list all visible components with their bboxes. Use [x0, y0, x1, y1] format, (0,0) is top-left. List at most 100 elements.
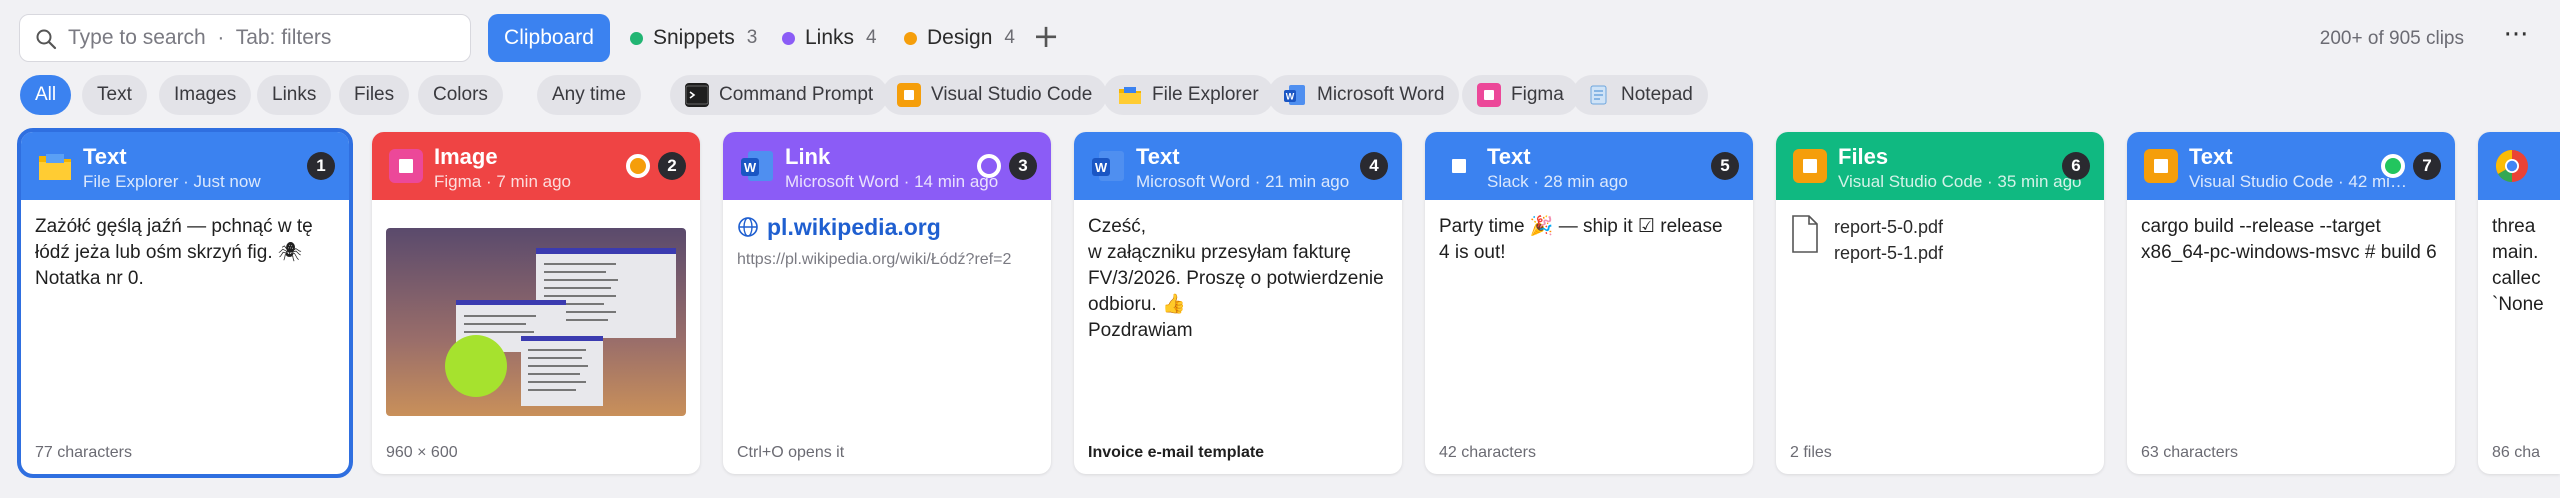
file-name: report-5-0.pdf — [1834, 217, 1944, 237]
clip-card[interactable]: Text Visual Studio Code · 42 min ago 7 c… — [2127, 132, 2455, 474]
filter-app-word[interactable]: W Microsoft Word — [1268, 75, 1460, 115]
tab-snippets-count: 3 — [746, 27, 758, 48]
slack-icon — [1452, 159, 1466, 173]
toolbar: Clipboard Snippets 3 Links 4 Design 4 + … — [0, 0, 2560, 78]
filter-files[interactable]: Files — [339, 75, 410, 115]
svg-text:W: W — [744, 160, 757, 175]
filter-app-vscode[interactable]: Visual Studio Code — [882, 75, 1108, 115]
card-index-badge: 7 — [2413, 152, 2441, 180]
command-prompt-icon — [685, 83, 709, 107]
filter-app-notepad[interactable]: Notepad — [1572, 75, 1708, 115]
card-footer: 86 cha — [2492, 444, 2541, 461]
card-text: Cześć, w załączniku przesyłam fakturę FV… — [1088, 216, 1384, 341]
notepad-icon — [1587, 83, 1611, 107]
search-icon — [36, 29, 57, 50]
filter-any-time[interactable]: Any time — [537, 75, 641, 115]
tab-snippets[interactable]: Snippets 3 — [630, 14, 757, 62]
card-header: W Link Microsoft Word · 14 min ago 3 — [723, 132, 1051, 200]
card-header: W Text Microsoft Word · 21 min ago 4 — [1074, 132, 1402, 200]
clip-card[interactable]: W Link Microsoft Word · 14 min ago 3 pl.… — [723, 132, 1051, 474]
link-title-row: pl.wikipedia.org — [737, 214, 1035, 240]
tab-clipboard[interactable]: Clipboard — [488, 14, 610, 62]
svg-text:W: W — [1286, 92, 1295, 102]
card-type: Text — [2189, 144, 2233, 169]
card-type: Text — [1487, 144, 1531, 169]
tab-links-count: 4 — [866, 27, 877, 48]
add-tab-button[interactable]: + — [1032, 18, 1060, 54]
card-type: Image — [434, 144, 498, 169]
folder-icon — [39, 154, 71, 180]
file-name: report-5-1.pdf — [1834, 243, 1944, 263]
more-options-button[interactable]: ··· — [2500, 18, 2532, 54]
card-meta: Visual Studio Code · 35 min ago — [1838, 172, 2082, 191]
filter-app-command-prompt[interactable]: Command Prompt — [670, 75, 889, 115]
card-index-badge: 5 — [1711, 152, 1739, 180]
card-index-badge: 1 — [307, 152, 335, 180]
clip-card[interactable]: Text File Explorer · Just now 1 Zażółć g… — [17, 128, 353, 478]
folder-icon — [1118, 83, 1142, 107]
search-box[interactable] — [19, 14, 471, 62]
filter-app-file-explorer[interactable]: File Explorer — [1103, 75, 1274, 115]
tab-clipboard-label: Clipboard — [504, 26, 594, 49]
filter-images[interactable]: Images — [159, 75, 252, 115]
card-meta: Figma · 7 min ago — [434, 172, 571, 191]
filter-colors[interactable]: Colors — [418, 75, 503, 115]
card-footer: 42 characters — [1439, 444, 1536, 461]
card-text: threa main. callec `None — [2492, 216, 2544, 315]
filter-all[interactable]: All — [20, 75, 72, 115]
tab-links[interactable]: Links 4 — [782, 14, 877, 62]
card-footer: 77 characters — [35, 444, 132, 461]
search-input[interactable] — [68, 15, 458, 60]
word-icon: W — [1283, 83, 1307, 107]
tab-snippets-label: Snippets — [653, 26, 735, 49]
filter-text[interactable]: Text — [82, 75, 147, 115]
card-footer: 2 files — [1790, 444, 1832, 461]
tab-design-count: 4 — [1004, 27, 1015, 48]
filter-app-label: File Explorer — [1152, 84, 1259, 105]
card-files: report-5-0.pdf report-5-1.pdf — [1790, 214, 2088, 266]
filter-app-figma[interactable]: Figma — [1462, 75, 1579, 115]
word-icon: W — [1092, 151, 1124, 181]
card-link-content: pl.wikipedia.org https://pl.wikipedia.or… — [737, 214, 1035, 271]
card-footer: Invoice e-mail template — [1088, 444, 1265, 461]
tab-design-label: Design — [927, 26, 993, 49]
clip-card[interactable]: Text Slack · 28 min ago 5 Party time 🎉 —… — [1425, 132, 1753, 474]
card-footer: Ctrl+O opens it — [737, 444, 845, 461]
card-header — [2478, 132, 2560, 200]
color-tag-icon — [977, 154, 1001, 178]
svg-text:W: W — [1095, 160, 1108, 175]
card-meta: Microsoft Word · 21 min ago — [1136, 172, 1350, 191]
tab-links-label: Links — [805, 26, 855, 49]
vscode-icon — [1793, 149, 1827, 183]
tab-design[interactable]: Design 4 — [904, 14, 1015, 62]
filter-app-label: Notepad — [1621, 84, 1693, 105]
card-text: cargo build --release --target x86_64-pc… — [2141, 216, 2437, 263]
color-tag-icon — [2381, 154, 2405, 178]
clip-count: 200+ of 905 clips — [2319, 28, 2464, 49]
filter-app-label: Visual Studio Code — [931, 84, 1093, 105]
card-meta: Microsoft Word · 14 min ago — [785, 172, 999, 191]
clip-card[interactable]: Image Figma · 7 min ago 2 960 × 600 — [372, 132, 700, 474]
card-type: Files — [1838, 144, 1889, 169]
card-type: Text — [83, 144, 127, 169]
card-type: Text — [1136, 144, 1180, 169]
card-meta: Slack · 28 min ago — [1487, 172, 1628, 191]
vscode-icon — [2144, 149, 2178, 183]
card-header: Files Visual Studio Code · 35 min ago 6 — [1776, 132, 2104, 200]
globe-icon — [738, 217, 758, 237]
card-header: Text Visual Studio Code · 42 min ago 7 — [2127, 132, 2455, 200]
word-icon: W — [741, 151, 773, 181]
card-index-badge: 4 — [1360, 152, 1388, 180]
figma-icon — [389, 149, 423, 183]
chrome-icon — [2495, 149, 2528, 183]
card-index-badge: 6 — [2062, 152, 2090, 180]
link-url: https://pl.wikipedia.org/wiki/Łódź?ref=2 — [737, 251, 1012, 268]
clip-card[interactable]: Files Visual Studio Code · 35 min ago 6 … — [1776, 132, 2104, 474]
image-preview — [386, 228, 686, 416]
link-title[interactable]: pl.wikipedia.org — [767, 214, 941, 240]
file-icon — [1792, 215, 1818, 253]
card-type: Link — [785, 144, 831, 169]
clip-card[interactable]: W Text Microsoft Word · 21 min ago 4 Cze… — [1074, 132, 1402, 474]
clip-card[interactable]: threa main. callec `None 86 cha — [2478, 132, 2560, 474]
filter-links[interactable]: Links — [257, 75, 332, 115]
